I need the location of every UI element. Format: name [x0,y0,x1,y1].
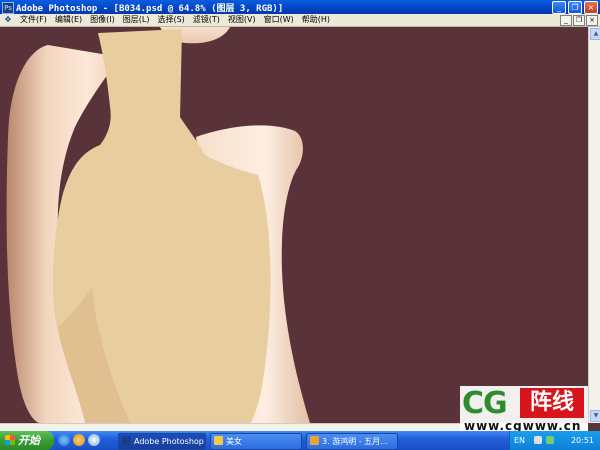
task-label: 美女 [226,437,242,446]
start-button[interactable]: 开始 [0,431,54,450]
show-desktop-icon[interactable] [88,434,100,446]
language-indicator[interactable]: EN [514,436,525,445]
photoshop-icon: Ps [2,2,14,14]
music-icon [310,436,319,445]
menu-item-6[interactable]: 视图(V) [224,14,260,26]
start-label: 开始 [18,434,40,447]
document-canvas[interactable] [0,27,588,423]
window-controls: _ ❐ × [552,1,598,14]
watermark-cg: CG [462,386,508,421]
artwork [6,27,310,423]
vertical-scrollbar[interactable]: ▲ ▼ [588,27,600,423]
folder-icon [214,436,223,445]
photoshop-task-icon [122,436,131,445]
doc-restore-button[interactable]: ❐ [573,15,585,26]
menu-items: 文件(F) 编辑(E) 图像(I) 图层(L) 选择(S) 滤镜(T) 视图(V) 窗口(W)… [16,14,334,26]
task-folder[interactable]: 美女 [210,433,302,450]
window-title: Adobe Photoshop - [B034.psd @ 64.8% (图层 … [16,4,284,14]
close-button[interactable]: × [584,1,598,14]
taskbar: 开始 Adobe Photoshop ... 美女 3. 游鸿明 - 五月...… [0,431,600,450]
menu-item-4[interactable]: 选择(S) [153,14,188,26]
scroll-down-arrow-icon[interactable]: ▼ [590,410,600,422]
watermark-logo: CG 阵线 www.cgwww.cn [460,386,588,436]
menu-item-3[interactable]: 图层(L) [119,14,154,26]
menu-bar: ✥ 文件(F) 编辑(E) 图像(I) 图层(L) 选择(S) 滤镜(T) 视图(V) 窗口(… [0,14,600,27]
doc-close-button[interactable]: × [586,15,598,26]
quick-launch [58,434,100,446]
menu-item-2[interactable]: 图像(I) [86,14,119,26]
media-player-icon[interactable] [73,434,85,446]
clock: 20:51 [570,436,594,445]
document-icon[interactable]: ✥ [3,15,13,25]
menu-item-8[interactable]: 帮助(H) [298,14,334,26]
windows-flag-icon [5,435,15,445]
watermark-cn: 阵线 [520,388,584,418]
menu-item-5[interactable]: 滤镜(T) [189,14,224,26]
scroll-up-arrow-icon[interactable]: ▲ [590,28,600,40]
menu-item-1[interactable]: 编辑(E) [51,14,86,26]
menu-item-0[interactable]: 文件(F) [16,14,51,26]
internet-explorer-icon[interactable] [58,434,70,446]
menu-item-7[interactable]: 窗口(W) [260,14,298,26]
task-label: 3. 游鸿明 - 五月... [322,437,388,446]
tray-network-icon[interactable] [546,436,554,444]
doc-minimize-button[interactable]: _ [560,15,572,26]
task-photoshop[interactable]: Adobe Photoshop ... [118,433,206,450]
maximize-button[interactable]: ❐ [568,1,582,14]
task-label: Adobe Photoshop ... [134,437,205,446]
task-music[interactable]: 3. 游鸿明 - 五月... [306,433,398,450]
tray-volume-icon[interactable] [534,436,542,444]
title-bar: Ps Adobe Photoshop - [B034.psd @ 64.8% (… [0,0,600,14]
minimize-button[interactable]: _ [552,1,566,14]
document-controls: _ ❐ × [560,15,598,26]
system-tray: EN 20:51 [509,431,600,450]
